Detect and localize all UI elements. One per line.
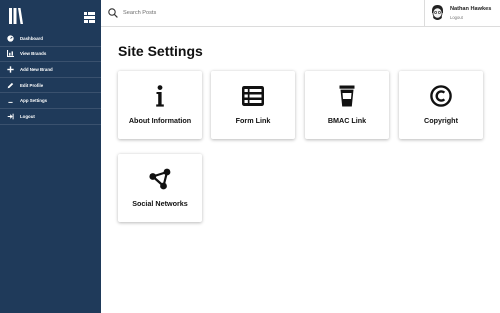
coffee-cup-icon: [305, 84, 389, 108]
card-label: BMAC Link: [327, 116, 367, 125]
sidebar-item-label: View Brands: [20, 51, 47, 57]
search-icon: [108, 8, 118, 18]
avatar[interactable]: [430, 4, 445, 22]
sidebar: Dashboard View Brands Add New Brand Edit…: [0, 0, 101, 313]
logout-icon: [7, 113, 14, 120]
logout-link[interactable]: Logout: [450, 15, 463, 20]
settings-icon: [7, 97, 14, 104]
sidebar-item-label: Edit Profile: [20, 82, 44, 88]
bmac-link-card[interactable]: BMAC Link: [305, 71, 389, 139]
search-input[interactable]: [123, 6, 373, 20]
sidebar-item-label: Logout: [20, 113, 35, 119]
about-information-card[interactable]: About Information: [118, 71, 202, 139]
social-networks-card[interactable]: Social Networks: [118, 154, 202, 222]
form-link-card[interactable]: Form Link: [211, 71, 295, 139]
plus-icon: [7, 66, 14, 73]
sidebar-item-logout[interactable]: Logout: [0, 109, 101, 125]
sidebar-item-add-new-brand[interactable]: Add New Brand: [0, 62, 101, 78]
card-label: Social Networks: [132, 199, 188, 208]
card-label: About Information: [128, 116, 192, 125]
sidebar-item-app-settings[interactable]: App Settings: [0, 93, 101, 109]
copyright-icon: [399, 84, 483, 108]
sidebar-item-label: Dashboard: [20, 35, 43, 41]
top-bar: Nathan Hawkes Logout: [101, 0, 500, 27]
collapse-sidebar-icon[interactable]: [84, 12, 95, 23]
card-label: Copyright: [424, 116, 458, 125]
bar-chart-icon: [7, 50, 14, 58]
info-icon: [118, 84, 202, 108]
sidebar-item-label: App Settings: [20, 98, 48, 104]
user-divider: [424, 0, 425, 27]
sidebar-nav: Dashboard View Brands Add New Brand Edit…: [0, 31, 101, 125]
sidebar-item-label: Add New Brand: [20, 66, 53, 72]
copyright-card[interactable]: Copyright: [399, 71, 483, 139]
card-label: Form Link: [235, 116, 271, 125]
sidebar-item-edit-profile[interactable]: Edit Profile: [0, 78, 101, 94]
share-network-icon: [118, 167, 202, 191]
edit-icon: [7, 82, 14, 89]
sidebar-item-dashboard[interactable]: Dashboard: [0, 31, 101, 47]
sidebar-item-view-brands[interactable]: View Brands: [0, 47, 101, 63]
list-icon: [211, 84, 295, 108]
user-name: Nathan Hawkes: [450, 6, 492, 12]
brand-logo-icon[interactable]: [9, 8, 23, 24]
page-title: Site Settings: [118, 43, 203, 59]
dashboard-icon: [7, 35, 14, 42]
